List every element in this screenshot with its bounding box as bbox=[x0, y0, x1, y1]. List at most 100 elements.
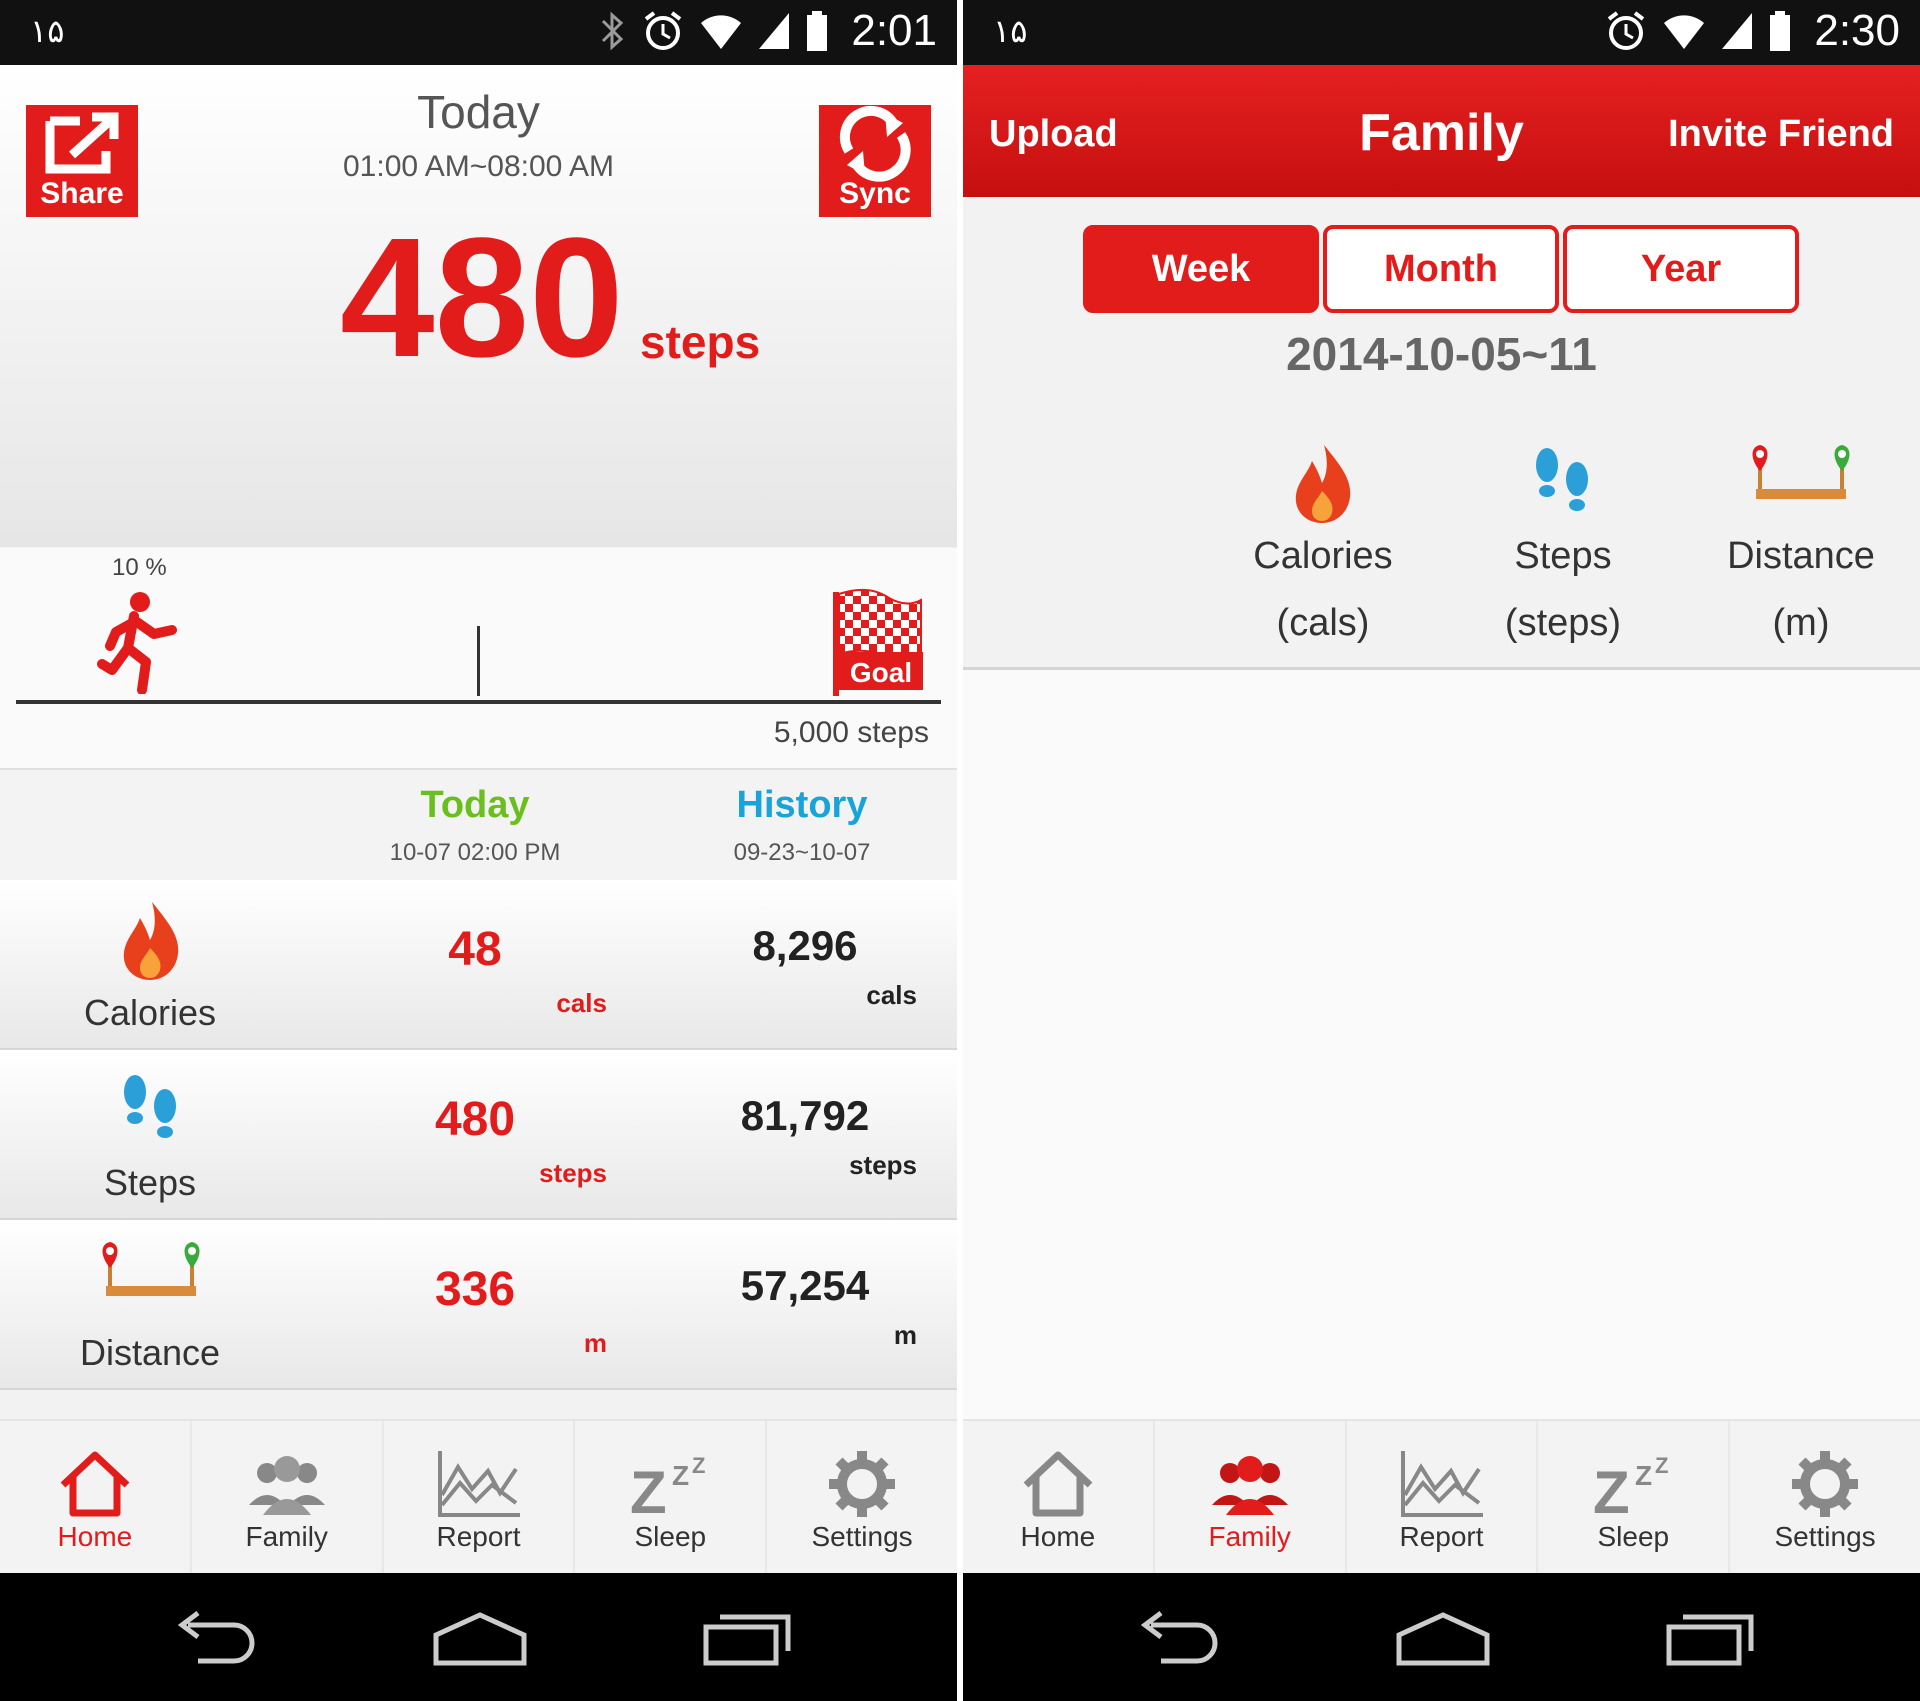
progress-percent: 10 % bbox=[112, 554, 167, 581]
metric-history-value: 57,254 bbox=[740, 1262, 870, 1309]
metric-row-distance: Distance 336 m 57,254 m bbox=[0, 1220, 957, 1390]
home-screen: ۱۵ 2:01 Share Today 01:00 AM~08:00 AM Sy… bbox=[0, 0, 957, 1701]
column-calories: Calories (cals) bbox=[1203, 441, 1443, 645]
recent-apps-icon[interactable] bbox=[1663, 1607, 1759, 1667]
tab-report[interactable]: Report bbox=[1347, 1421, 1539, 1573]
tab-report[interactable]: Report bbox=[384, 1421, 576, 1573]
distance-icon bbox=[1752, 445, 1850, 499]
signal-icon bbox=[1722, 13, 1753, 49]
tab-sleep[interactable]: ZZZ Sleep bbox=[575, 1421, 768, 1573]
family-summary: Week Month Year 2014-10-05~11 Calories (… bbox=[963, 197, 1920, 670]
today-column-title: Today bbox=[420, 784, 530, 826]
metric-today-unit: steps bbox=[539, 1158, 607, 1188]
family-icon bbox=[248, 1456, 325, 1515]
compare-header: Today 10-07 02:00 PM History 09-23~10-07 bbox=[0, 768, 957, 880]
family-icon bbox=[1211, 1456, 1288, 1515]
column-name: Calories bbox=[1253, 535, 1393, 577]
home-nav-icon[interactable] bbox=[1393, 1607, 1493, 1667]
today-steps-unit: steps bbox=[640, 316, 761, 368]
tab-label: Home bbox=[57, 1521, 133, 1552]
home-nav-icon[interactable] bbox=[430, 1607, 530, 1667]
metric-label: Distance bbox=[79, 1332, 221, 1373]
tab-family[interactable]: Family bbox=[192, 1421, 384, 1573]
back-icon[interactable] bbox=[168, 1607, 258, 1667]
footprints-icon bbox=[124, 1075, 176, 1138]
svg-text:Z: Z bbox=[1635, 1460, 1652, 1491]
tab-sleep[interactable]: ZZZ Sleep bbox=[1538, 1421, 1731, 1573]
sync-button[interactable]: Sync bbox=[819, 105, 931, 217]
alarm-icon bbox=[1608, 11, 1645, 50]
metric-history-unit: steps bbox=[849, 1150, 917, 1180]
column-unit: (steps) bbox=[1504, 602, 1622, 644]
system-nav-bar bbox=[963, 1573, 1920, 1701]
tab-label: Report bbox=[1399, 1521, 1484, 1552]
report-icon bbox=[1401, 1451, 1484, 1517]
metric-history-unit: cals bbox=[866, 980, 917, 1010]
tab-settings[interactable]: Settings bbox=[1730, 1421, 1920, 1573]
svg-text:Z: Z bbox=[692, 1453, 705, 1478]
wifi-icon bbox=[701, 15, 742, 49]
bottom-tab-bar: Home Family Report ZZZ Sleep Settings bbox=[0, 1419, 957, 1573]
status-icons: 2:30 bbox=[1604, 6, 1900, 56]
alarm-icon bbox=[645, 11, 682, 50]
tab-label: Family bbox=[245, 1521, 328, 1552]
home-icon bbox=[60, 1451, 130, 1517]
period-week-button[interactable]: Week bbox=[1083, 225, 1319, 313]
goal-flag-icon: Goal bbox=[833, 588, 923, 696]
today-column-header: Today 10-07 02:00 PM bbox=[345, 784, 605, 867]
invite-friend-button[interactable]: Invite Friend bbox=[1668, 113, 1894, 156]
tab-label: Settings bbox=[811, 1521, 913, 1552]
back-icon[interactable] bbox=[1131, 1607, 1221, 1667]
family-list-empty bbox=[963, 670, 1920, 1420]
goal-label: Goal bbox=[850, 657, 912, 688]
tab-settings[interactable]: Settings bbox=[767, 1421, 957, 1573]
metric-today-value: 480 bbox=[434, 1093, 516, 1146]
tab-label: Report bbox=[436, 1521, 521, 1552]
metric-today-value: 48 bbox=[448, 923, 502, 976]
svg-text:Z: Z bbox=[630, 1459, 667, 1519]
wifi-icon bbox=[1664, 15, 1705, 49]
progress-track bbox=[16, 700, 941, 704]
tab-home[interactable]: Home bbox=[0, 1421, 192, 1573]
goal-steps: 5,000 steps bbox=[773, 716, 929, 749]
column-unit: (m) bbox=[1772, 602, 1830, 644]
footprints-icon bbox=[1536, 448, 1588, 511]
column-unit: (cals) bbox=[1276, 602, 1370, 644]
tab-family[interactable]: Family bbox=[1155, 1421, 1347, 1573]
battery-icon bbox=[1770, 11, 1791, 51]
metric-label: Steps bbox=[103, 1162, 197, 1203]
current-progress-marker bbox=[477, 626, 480, 696]
tab-label: Home bbox=[1020, 1521, 1096, 1552]
metric-history-value: 81,792 bbox=[740, 1092, 870, 1139]
status-bar: ۱۵ 2:30 bbox=[963, 0, 1920, 65]
metric-label: Calories bbox=[83, 992, 217, 1033]
flame-icon bbox=[123, 902, 179, 980]
metric-row-calories: Calories 48 cals 8,296 cals bbox=[0, 880, 957, 1050]
svg-text:Z: Z bbox=[1593, 1459, 1630, 1519]
tab-label: Family bbox=[1208, 1521, 1291, 1552]
history-column-title: History bbox=[736, 784, 868, 826]
signal-icon bbox=[759, 13, 790, 49]
status-icons: 2:01 bbox=[599, 6, 937, 56]
date-range: 2014-10-05~11 bbox=[1286, 328, 1597, 380]
hero-time-range: 01:00 AM~08:00 AM bbox=[342, 150, 615, 183]
status-clock: 2:01 bbox=[851, 6, 937, 55]
period-year-button[interactable]: Year bbox=[1563, 225, 1799, 313]
tab-label: Sleep bbox=[634, 1521, 707, 1552]
history-column-range: 09-23~10-07 bbox=[733, 839, 871, 866]
column-steps: Steps (steps) bbox=[1443, 441, 1683, 645]
flame-icon bbox=[1295, 445, 1351, 523]
tab-home[interactable]: Home bbox=[963, 1421, 1155, 1573]
column-distance: Distance (m) bbox=[1681, 441, 1920, 645]
status-notification-text: ۱۵ bbox=[30, 12, 65, 50]
history-column-header: History 09-23~10-07 bbox=[672, 784, 932, 867]
sleep-icon: ZZZ bbox=[630, 1453, 705, 1519]
family-header: Upload Family Invite Friend bbox=[963, 65, 1920, 197]
metric-today-unit: cals bbox=[556, 988, 607, 1018]
recent-apps-icon[interactable] bbox=[700, 1607, 796, 1667]
gear-icon bbox=[1792, 1451, 1859, 1517]
sync-label: Sync bbox=[839, 177, 911, 210]
period-month-button[interactable]: Month bbox=[1323, 225, 1559, 313]
svg-text:Z: Z bbox=[672, 1460, 689, 1491]
today-steps-value: 480 bbox=[340, 203, 624, 393]
